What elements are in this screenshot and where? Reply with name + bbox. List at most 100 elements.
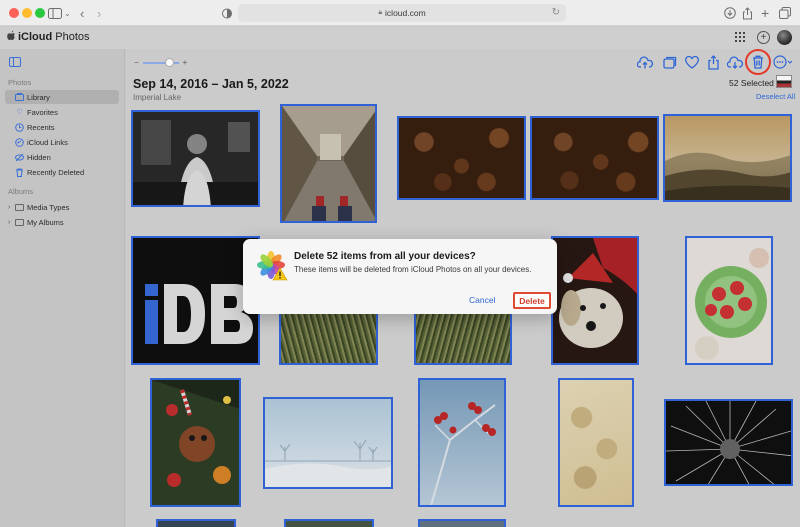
app-title-bold: iCloud (18, 31, 53, 43)
photo-image (665, 116, 790, 200)
more-options-icon[interactable] (773, 54, 793, 70)
photo-thumbnail[interactable] (551, 236, 639, 365)
selection-thumbnail (776, 75, 792, 88)
forward-button[interactable]: › (97, 5, 101, 21)
tab-overview-icon[interactable] (779, 5, 791, 21)
app-grid-icon[interactable] (734, 31, 746, 43)
app-header: iCloud Photos + (0, 27, 800, 49)
sidebar-item-recents[interactable]: Recents (5, 120, 119, 134)
dialog-title: Delete 52 items from all your devices? (294, 251, 476, 262)
photo-thumbnail[interactable] (280, 104, 377, 223)
zoom-out-button[interactable]: − (134, 58, 139, 67)
zoom-slider[interactable]: − + (134, 57, 188, 67)
share-icon[interactable] (705, 54, 721, 70)
sidebar-item-favorites[interactable]: ♡ Favorites (5, 105, 119, 119)
location-subtitle: Imperial Lake (133, 93, 182, 102)
cancel-button[interactable]: Cancel (469, 295, 495, 305)
sidebar-heading-photos: Photos (8, 78, 32, 87)
zoom-in-button[interactable]: + (183, 58, 188, 67)
heart-icon: ♡ (16, 109, 23, 116)
sidebar: Photos Library ♡ Favorites Recents iClou… (0, 49, 125, 527)
lock-icon: 🔒︎ (378, 9, 383, 16)
address-bar[interactable]: 🔒︎ icloud.com ↻ (238, 4, 566, 22)
photo-thumbnail[interactable] (284, 519, 374, 527)
share-icon[interactable] (742, 5, 753, 21)
chevron-right-icon[interactable]: › (8, 204, 10, 211)
date-range-title: Sep 14, 2016 – Jan 5, 2022 (133, 77, 289, 91)
photo-image (420, 380, 504, 505)
app-logo[interactable]: iCloud Photos (7, 30, 90, 44)
app-title-light: Photos (52, 31, 90, 43)
folder-icon (15, 203, 24, 211)
photo-thumbnail[interactable] (418, 378, 506, 507)
link-icon (15, 137, 24, 147)
photo-thumbnail[interactable] (397, 116, 526, 200)
photo-thumbnail[interactable] (131, 236, 260, 365)
avatar[interactable] (777, 30, 792, 45)
apple-logo-icon (7, 30, 16, 44)
new-tab-icon[interactable]: + (761, 5, 769, 21)
photo-image (152, 380, 239, 505)
delete-trash-icon[interactable] (750, 54, 766, 70)
clock-icon (15, 122, 24, 132)
sidebar-item-recently-deleted[interactable]: Recently Deleted (5, 165, 119, 179)
folder-icon (15, 218, 24, 226)
delete-confirmation-dialog: Delete 52 items from all your devices? T… (243, 239, 557, 314)
reload-icon[interactable]: ↻ (552, 7, 560, 18)
photo-thumbnail[interactable] (150, 378, 241, 507)
sidebar-item-label: Hidden (27, 152, 51, 162)
chevron-right-icon[interactable]: › (8, 219, 10, 226)
add-to-album-icon[interactable] (662, 54, 678, 70)
photo-thumbnail[interactable] (558, 378, 634, 507)
sidebar-toggle-icon[interactable] (9, 57, 21, 67)
upload-cloud-icon[interactable] (637, 54, 653, 70)
chevron-down-icon[interactable]: ⌄ (64, 5, 71, 21)
sidebar-toggle-icon[interactable] (48, 5, 62, 21)
sidebar-item-label: Media Types (27, 202, 70, 212)
sidebar-item-my-albums[interactable]: › My Albums (5, 215, 119, 229)
photos-app-warning-icon (257, 251, 288, 281)
photo-thumbnail[interactable] (414, 311, 512, 365)
photo-thumbnail[interactable] (685, 236, 773, 365)
photo-thumbnail[interactable] (663, 114, 792, 202)
library-icon (15, 92, 24, 102)
minimize-window-button[interactable] (22, 8, 32, 18)
photo-thumbnail[interactable] (263, 397, 393, 489)
browser-toolbar: ⌄ ‹ › 🔒︎ icloud.com ↻ + (0, 0, 800, 26)
photo-image (133, 238, 258, 363)
favorite-heart-icon[interactable] (684, 54, 700, 70)
download-cloud-icon[interactable] (727, 54, 743, 70)
sidebar-item-label: Favorites (27, 107, 58, 117)
trash-icon (15, 168, 24, 177)
sidebar-heading-albums: Albums (8, 187, 34, 196)
photo-thumbnail[interactable] (156, 519, 236, 527)
zoom-knob[interactable] (164, 57, 174, 67)
close-window-button[interactable] (9, 8, 19, 18)
sidebar-item-label: iCloud Links (27, 137, 68, 147)
photo-thumbnail[interactable] (418, 519, 506, 527)
photo-thumbnail[interactable] (530, 116, 659, 200)
selected-count: 52 Selected (729, 78, 774, 88)
sidebar-item-label: My Albums (27, 217, 64, 227)
sidebar-item-media-types[interactable]: › Media Types (5, 200, 119, 214)
privacy-shield-icon[interactable] (222, 5, 232, 21)
photo-thumbnail[interactable] (664, 399, 793, 486)
photo-thumbnail[interactable] (131, 110, 260, 207)
delete-button[interactable]: Delete (513, 292, 551, 309)
maximize-window-button[interactable] (35, 8, 45, 18)
photo-image (666, 401, 791, 484)
download-icon[interactable] (724, 5, 736, 21)
photo-thumbnail[interactable] (279, 311, 378, 365)
photo-image (133, 112, 258, 205)
sidebar-item-library[interactable]: Library (5, 90, 119, 104)
app-title: iCloud Photos (18, 31, 90, 43)
zoom-track[interactable] (142, 57, 179, 67)
deselect-all-link[interactable]: Deselect All (756, 92, 795, 101)
sidebar-item-icloud-links[interactable]: iCloud Links (5, 135, 119, 149)
back-button[interactable]: ‹ (80, 5, 84, 21)
photo-image (553, 238, 637, 363)
upload-plus-icon[interactable]: + (757, 31, 770, 44)
photo-image (265, 399, 391, 487)
sidebar-item-hidden[interactable]: Hidden (5, 150, 119, 164)
eye-slash-icon (15, 153, 24, 162)
